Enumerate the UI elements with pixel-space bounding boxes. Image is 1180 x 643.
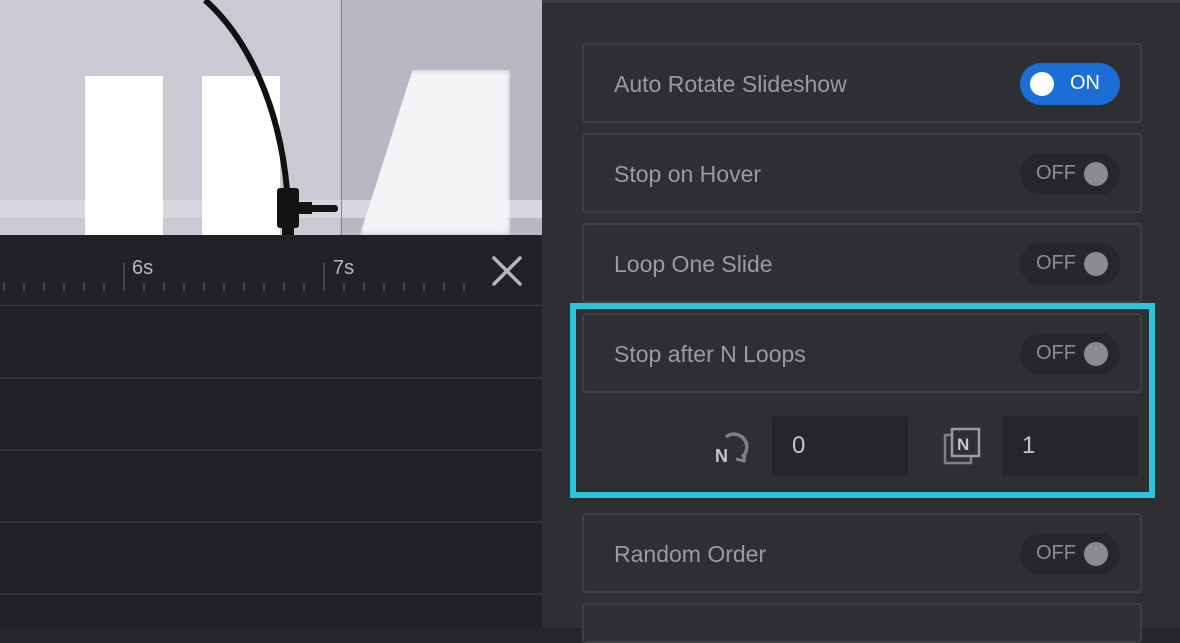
setting-next-item bbox=[582, 603, 1142, 643]
timeline-panel: 6s 7s bbox=[0, 235, 542, 628]
close-icon[interactable] bbox=[488, 252, 526, 290]
toggle-state: OFF bbox=[1036, 162, 1076, 184]
stop-on-hover-toggle[interactable]: OFF bbox=[1020, 153, 1120, 195]
setting-label: Loop One Slide bbox=[614, 251, 773, 277]
ruler-ticks bbox=[3, 263, 465, 291]
toggle-knob bbox=[1084, 252, 1108, 276]
setting-label: Random Order bbox=[614, 541, 767, 567]
timeline-row-divider bbox=[0, 449, 542, 451]
toggle-knob bbox=[1084, 542, 1108, 566]
timeline-row-divider bbox=[0, 377, 542, 379]
toggle-state: ON bbox=[1070, 72, 1100, 94]
setting-loop-one-slide: Loop One Slide OFF bbox=[582, 223, 1142, 303]
setting-label: Stop on Hover bbox=[614, 161, 762, 187]
setting-auto-rotate: Auto Rotate Slideshow ON bbox=[582, 43, 1142, 123]
toggle-state: OFF bbox=[1036, 252, 1076, 274]
timeline-ruler[interactable]: 6s 7s bbox=[0, 235, 542, 306]
playhead-line[interactable] bbox=[341, 0, 342, 235]
tick-label-6s: 6s bbox=[132, 257, 154, 279]
slideshow-settings-panel: Auto Rotate Slideshow ON Stop on Hover O… bbox=[542, 0, 1180, 643]
setting-random-order: Random Order OFF bbox=[582, 513, 1142, 593]
loop-one-slide-toggle[interactable]: OFF bbox=[1020, 243, 1120, 285]
preview-cable-image bbox=[203, 0, 338, 235]
random-order-toggle[interactable]: OFF bbox=[1020, 533, 1120, 575]
toggle-knob bbox=[1030, 72, 1054, 96]
toggle-knob bbox=[1084, 162, 1108, 186]
timeline-row-divider bbox=[0, 593, 542, 595]
slide-preview bbox=[0, 0, 542, 235]
setting-label: Auto Rotate Slideshow bbox=[614, 71, 847, 97]
auto-rotate-toggle[interactable]: ON bbox=[1020, 63, 1120, 105]
tick-label-7s: 7s bbox=[333, 257, 355, 279]
timeline-row-divider bbox=[0, 521, 542, 523]
setting-stop-on-hover: Stop on Hover OFF bbox=[582, 133, 1142, 213]
toggle-state: OFF bbox=[1036, 542, 1076, 564]
highlight-frame bbox=[570, 303, 1155, 498]
